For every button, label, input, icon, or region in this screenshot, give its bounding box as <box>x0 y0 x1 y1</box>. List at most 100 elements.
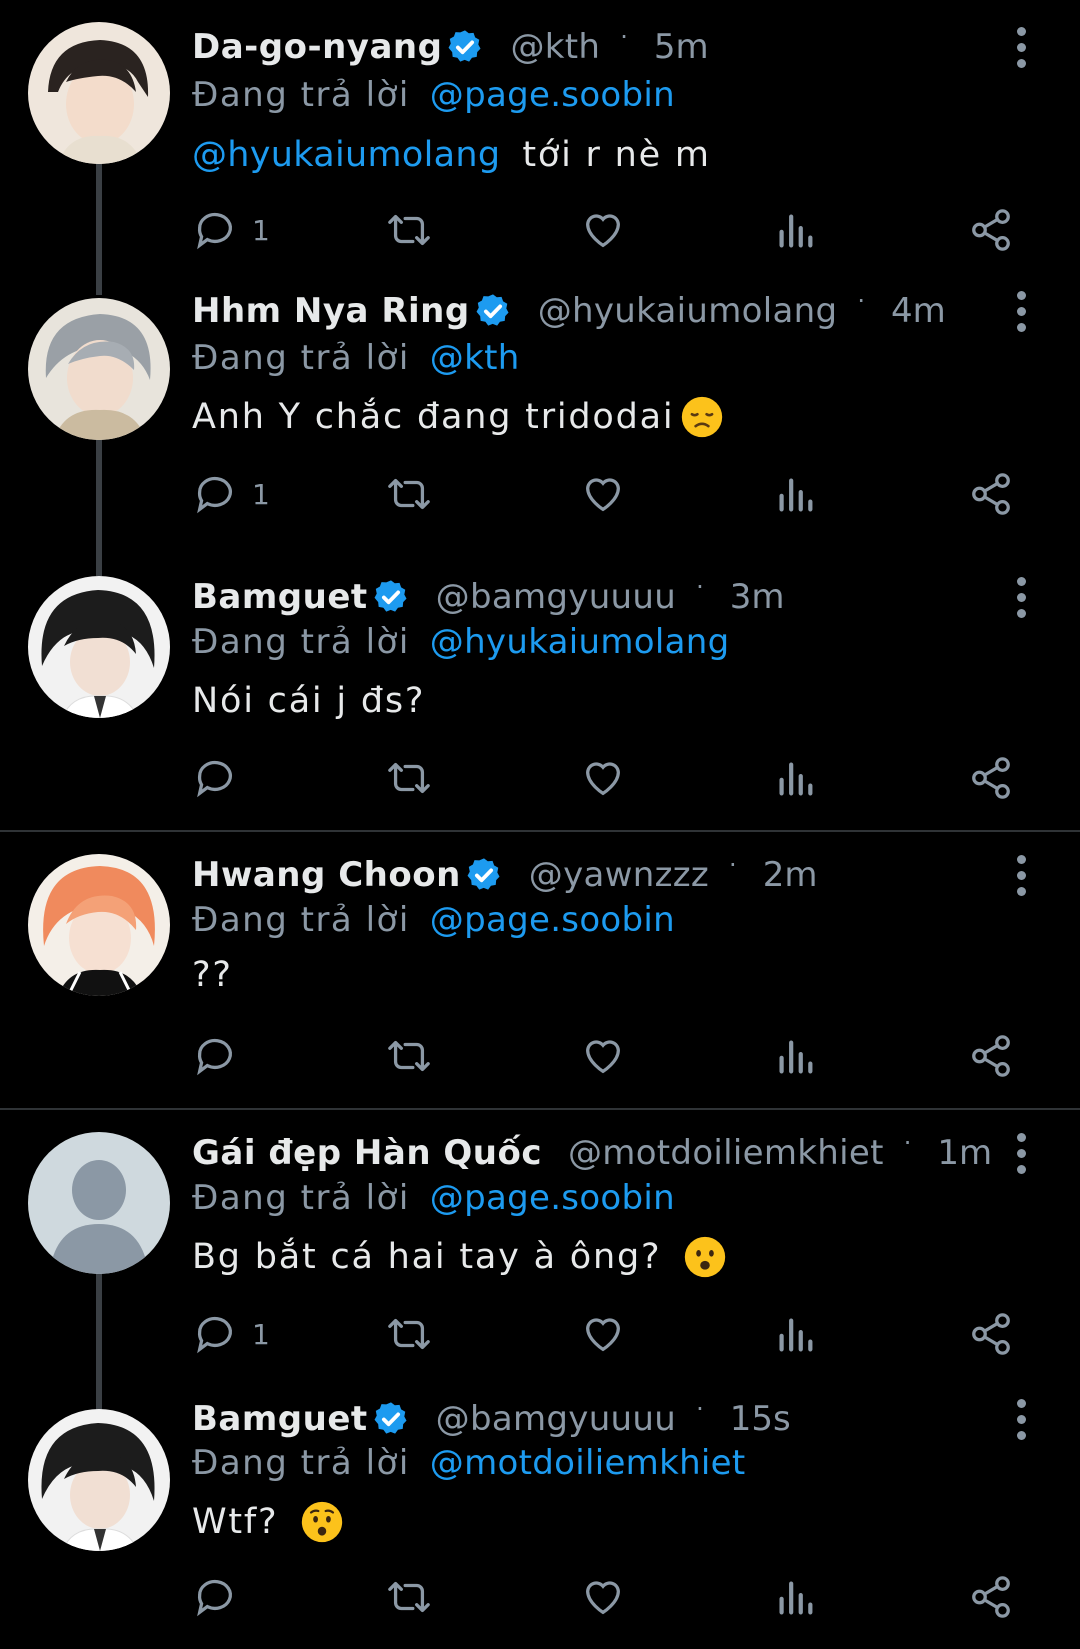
more-options-icon[interactable] <box>1006 851 1036 899</box>
analytics-icon <box>779 762 813 796</box>
timestamp[interactable]: 15s <box>730 1399 791 1439</box>
more-options-icon[interactable] <box>1006 573 1036 621</box>
views-button[interactable] <box>775 464 815 524</box>
like-button[interactable] <box>580 464 626 524</box>
reply-button[interactable] <box>192 748 252 808</box>
tweet-body: tới r nè m <box>522 135 711 175</box>
display-name[interactable]: Hhm Nya Ring <box>192 291 470 331</box>
like-button[interactable] <box>580 748 626 808</box>
more-options-icon[interactable] <box>1006 23 1036 71</box>
tweet-header: Bamguet @bamgyuuuu · 15s <box>192 1395 791 1443</box>
replying-to-mention[interactable]: @kth <box>430 338 520 378</box>
avatar[interactable] <box>28 22 170 164</box>
replying-to: Đang trả lời @hyukaiumolang <box>192 619 729 665</box>
retweet-button[interactable] <box>384 200 434 260</box>
avatar[interactable] <box>28 1132 170 1274</box>
share-icon <box>972 209 1010 251</box>
display-name[interactable]: Bamguet <box>192 577 368 617</box>
tweet-text: Bg bắt cá hai tay à ông? <box>192 1232 727 1282</box>
tweet-text: Nói cái j đs? <box>192 676 425 726</box>
tweet-header: Hwang Choon @yawnzzz · 2m <box>192 851 817 899</box>
analytics-icon <box>779 1581 813 1615</box>
views-button[interactable] <box>775 1026 815 1086</box>
replying-to-label: Đang trả lời <box>192 622 410 662</box>
like-button[interactable] <box>580 1026 626 1086</box>
share-button[interactable] <box>968 1567 1014 1627</box>
share-button[interactable] <box>968 1304 1014 1364</box>
display-name[interactable]: Gái đẹp Hàn Quốc <box>192 1133 542 1173</box>
share-button[interactable] <box>968 1026 1014 1086</box>
reply-button[interactable]: 1 <box>192 464 270 524</box>
user-handle[interactable]: @kth <box>510 27 600 67</box>
like-button[interactable] <box>580 1304 626 1364</box>
retweet-button[interactable] <box>384 1567 434 1627</box>
tweet-text: Wtf? <box>192 1497 344 1547</box>
tweet[interactable]: Gái đẹp Hàn Quốc @motdoiliemkhiet · 1m Đ… <box>0 1110 1080 1390</box>
replying-to-mention[interactable]: @page.soobin <box>430 900 675 940</box>
timestamp[interactable]: 2m <box>763 855 818 895</box>
reply-button[interactable]: 1 <box>192 1304 270 1364</box>
retweet-icon <box>388 214 430 246</box>
replying-to-label: Đang trả lời <box>192 338 410 378</box>
user-handle[interactable]: @bamgyuuuu <box>436 1399 676 1439</box>
user-handle[interactable]: @bamgyuuuu <box>436 577 676 617</box>
views-button[interactable] <box>775 1304 815 1364</box>
reply-count: 1 <box>252 213 270 247</box>
user-handle[interactable]: @yawnzzz <box>529 855 709 895</box>
tweet[interactable]: Hhm Nya Ring @hyukaiumolang · 4m Đang tr… <box>0 275 1080 558</box>
share-icon <box>972 473 1010 515</box>
tweet[interactable]: Da-go-nyang @kth · 5m Đang trả lời @page… <box>0 0 1080 280</box>
replying-to-label: Đang trả lời <box>192 75 410 115</box>
separator-dot: · <box>857 287 866 315</box>
more-options-icon[interactable] <box>1006 1395 1036 1443</box>
tweet[interactable]: Hwang Choon @yawnzzz · 2m Đang trả lời @… <box>0 832 1080 1108</box>
action-bar: 1 <box>0 464 1080 524</box>
timestamp[interactable]: 3m <box>730 577 785 617</box>
tweet-mention[interactable]: @hyukaiumolang <box>192 135 500 175</box>
retweet-button[interactable] <box>384 464 434 524</box>
avatar[interactable] <box>28 576 170 718</box>
replying-to: Đang trả lời @page.soobin <box>192 897 675 943</box>
views-button[interactable] <box>775 748 815 808</box>
views-button[interactable] <box>775 1567 815 1627</box>
more-options-icon[interactable] <box>1006 1129 1036 1177</box>
verified-badge-icon <box>467 858 500 890</box>
reply-button[interactable]: 1 <box>192 200 270 260</box>
heart-icon <box>586 1581 620 1615</box>
retweet-button[interactable] <box>384 1026 434 1086</box>
heart-icon <box>586 762 620 796</box>
user-handle[interactable]: @hyukaiumolang <box>538 291 838 331</box>
avatar[interactable] <box>28 298 170 440</box>
timestamp[interactable]: 1m <box>937 1133 992 1173</box>
more-options-icon[interactable] <box>1006 287 1036 335</box>
display-name[interactable]: Hwang Choon <box>192 855 461 895</box>
reply-button[interactable] <box>192 1026 252 1086</box>
share-button[interactable] <box>968 200 1014 260</box>
share-button[interactable] <box>968 748 1014 808</box>
avatar[interactable] <box>28 1409 170 1551</box>
replying-to-mention[interactable]: @motdoiliemkhiet <box>430 1443 746 1483</box>
replying-to-mention[interactable]: @page.soobin <box>430 75 675 115</box>
retweet-button[interactable] <box>384 748 434 808</box>
replying-to-label: Đang trả lời <box>192 900 410 940</box>
tweet[interactable]: Bamguet @bamgyuuuu · 15s Đang trả lời @m… <box>0 1387 1080 1649</box>
views-button[interactable] <box>775 200 815 260</box>
user-handle[interactable]: @motdoiliemkhiet <box>568 1133 884 1173</box>
timestamp[interactable]: 5m <box>654 27 709 67</box>
tweet-header: Bamguet @bamgyuuuu · 3m <box>192 573 785 621</box>
avatar[interactable] <box>28 854 170 996</box>
retweet-button[interactable] <box>384 1304 434 1364</box>
reply-button[interactable] <box>192 1567 252 1627</box>
display-name[interactable]: Da-go-nyang <box>192 27 442 67</box>
like-button[interactable] <box>580 200 626 260</box>
display-name[interactable]: Bamguet <box>192 1399 368 1439</box>
timestamp[interactable]: 4m <box>891 291 946 331</box>
tweet[interactable]: Bamguet @bamgyuuuu · 3m Đang trả lời @hy… <box>0 554 1080 830</box>
like-button[interactable] <box>580 1567 626 1627</box>
share-button[interactable] <box>968 464 1014 524</box>
separator-dot: · <box>729 851 737 879</box>
share-icon <box>972 1035 1010 1077</box>
verified-badge-icon <box>448 30 481 62</box>
replying-to-mention[interactable]: @page.soobin <box>430 1178 675 1218</box>
replying-to-mention[interactable]: @hyukaiumolang <box>430 622 730 662</box>
